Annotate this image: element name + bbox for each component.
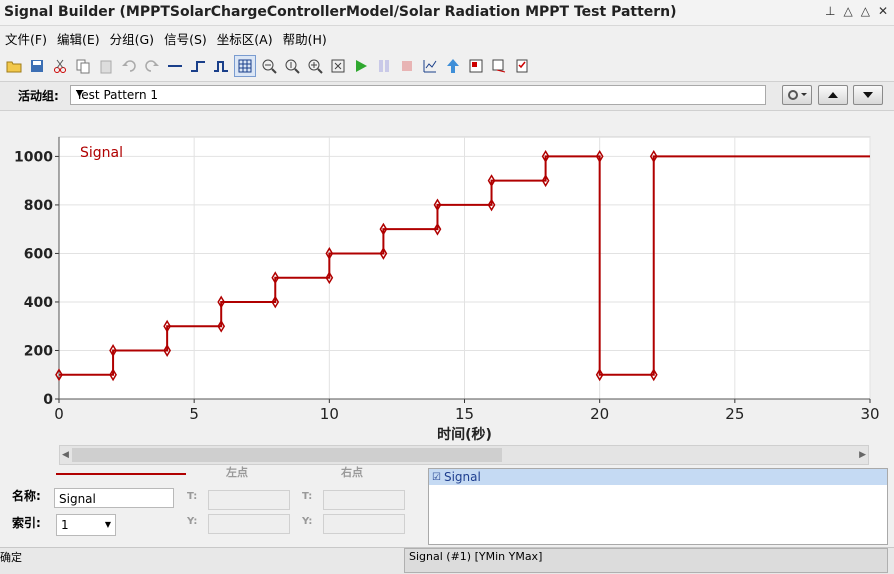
- menu-file[interactable]: 文件(F): [0, 27, 52, 49]
- y-tick-label: 200: [24, 343, 53, 359]
- signal-list-item[interactable]: ☑ Signal: [429, 469, 887, 485]
- group-bar: 活动组: Test Pattern 1 ▼: [0, 81, 894, 111]
- link-icon[interactable]: [466, 56, 486, 76]
- menu-group[interactable]: 分组(G): [105, 27, 159, 49]
- y-tick-label: 0: [43, 392, 53, 408]
- menu-signal[interactable]: 信号(S): [159, 27, 212, 49]
- left-t-label: T:: [187, 491, 198, 502]
- left-point-label: 左点: [226, 466, 248, 479]
- scroll-thumb[interactable]: [72, 448, 502, 462]
- zoom-in-icon[interactable]: [305, 56, 325, 76]
- gear-icon: [788, 90, 807, 100]
- scroll-right-arrow[interactable]: ▶: [859, 450, 866, 460]
- zoom-y-icon[interactable]: [282, 56, 302, 76]
- signal-chart[interactable]: 0 5 10 15 20 25 30 0 200 400 600 800 1000 时间(秒) Signal: [0, 111, 894, 461]
- minimize-icon[interactable]: △: [843, 4, 852, 18]
- right-y-label: Y:: [302, 516, 313, 527]
- status-right: Signal (#1) [YMin YMax]: [404, 548, 888, 573]
- name-label: 名称:: [12, 489, 41, 503]
- maximize-icon[interactable]: △: [861, 4, 870, 18]
- signal-list: ☑ Signal: [428, 468, 888, 545]
- title-bar: Signal Builder (MPPTSolarChargeControlle…: [0, 0, 894, 26]
- left-y-label: Y:: [187, 516, 198, 527]
- cut-icon[interactable]: [50, 56, 70, 76]
- close-icon[interactable]: ✕: [878, 4, 888, 18]
- pulse-icon[interactable]: [211, 56, 231, 76]
- name-input[interactable]: Signal: [54, 488, 174, 508]
- right-y-input[interactable]: [323, 514, 405, 534]
- menu-bar: 文件(F) 编辑(E) 分组(G) 信号(S) 坐标区(A) 帮助(H): [0, 27, 332, 49]
- export-icon[interactable]: [489, 56, 509, 76]
- scroll-left-arrow[interactable]: ◀: [62, 450, 69, 460]
- hline-icon[interactable]: [165, 56, 185, 76]
- triangle-down-icon: [863, 92, 873, 98]
- save-icon[interactable]: [27, 56, 47, 76]
- left-y-input[interactable]: [208, 514, 290, 534]
- index-select[interactable]: 1 ▼: [56, 514, 116, 536]
- x-tick-label: 0: [54, 405, 64, 423]
- x-tick-label: 30: [860, 405, 879, 423]
- zoom-x-icon[interactable]: [259, 56, 279, 76]
- horizontal-scrollbar[interactable]: ◀ ▶: [59, 445, 869, 465]
- open-icon[interactable]: [4, 56, 24, 76]
- up-icon[interactable]: [443, 56, 463, 76]
- settings-button[interactable]: [782, 85, 812, 105]
- paste-icon[interactable]: [96, 56, 116, 76]
- window-title: Signal Builder (MPPTSolarChargeControlle…: [4, 4, 677, 20]
- signal-line-sample: [56, 473, 186, 475]
- pause-icon[interactable]: [374, 56, 394, 76]
- x-tick-label: 10: [320, 405, 339, 423]
- move-down-button[interactable]: [853, 85, 883, 105]
- checkbox-icon[interactable]: ☑: [432, 472, 441, 483]
- data-icon[interactable]: [420, 56, 440, 76]
- stop-icon[interactable]: [397, 56, 417, 76]
- toolbar: [4, 54, 532, 78]
- menu-edit[interactable]: 编辑(E): [52, 27, 105, 49]
- status-bar: 确定 Signal (#1) [YMin YMax]: [0, 547, 894, 574]
- right-point-label: 右点: [341, 466, 363, 479]
- x-tick-label: 5: [189, 405, 199, 423]
- redo-icon[interactable]: [142, 56, 162, 76]
- y-tick-label: 1000: [14, 149, 53, 165]
- group-select[interactable]: Test Pattern 1 ▼: [70, 85, 766, 105]
- undo-icon[interactable]: [119, 56, 139, 76]
- left-t-input[interactable]: [208, 490, 290, 510]
- x-tick-label: 25: [725, 405, 744, 423]
- x-axis-label: 时间(秒): [437, 426, 492, 443]
- fit-icon[interactable]: [328, 56, 348, 76]
- right-t-label: T:: [302, 491, 313, 502]
- pin-icon[interactable]: ⊥: [825, 4, 835, 18]
- right-t-input[interactable]: [323, 490, 405, 510]
- y-tick-label: 800: [24, 198, 53, 214]
- triangle-up-icon: [828, 92, 838, 98]
- move-up-button[interactable]: [818, 85, 848, 105]
- step-icon[interactable]: [188, 56, 208, 76]
- x-tick-label: 20: [590, 405, 609, 423]
- play-icon[interactable]: [351, 56, 371, 76]
- report-icon[interactable]: [512, 56, 532, 76]
- chevron-down-icon: ▼: [76, 89, 83, 99]
- grid-icon[interactable]: [234, 55, 256, 77]
- copy-icon[interactable]: [73, 56, 93, 76]
- chevron-down-icon: ▼: [104, 520, 111, 529]
- menu-axes[interactable]: 坐标区(A): [212, 27, 278, 49]
- status-left: 确定: [0, 551, 22, 564]
- index-label: 索引:: [12, 516, 41, 530]
- x-tick-label: 15: [455, 405, 474, 423]
- y-tick-label: 600: [24, 246, 53, 262]
- group-label: 活动组:: [18, 89, 59, 103]
- y-tick-label: 400: [24, 295, 53, 311]
- legend-label: Signal: [80, 145, 123, 161]
- menu-help[interactable]: 帮助(H): [278, 27, 332, 49]
